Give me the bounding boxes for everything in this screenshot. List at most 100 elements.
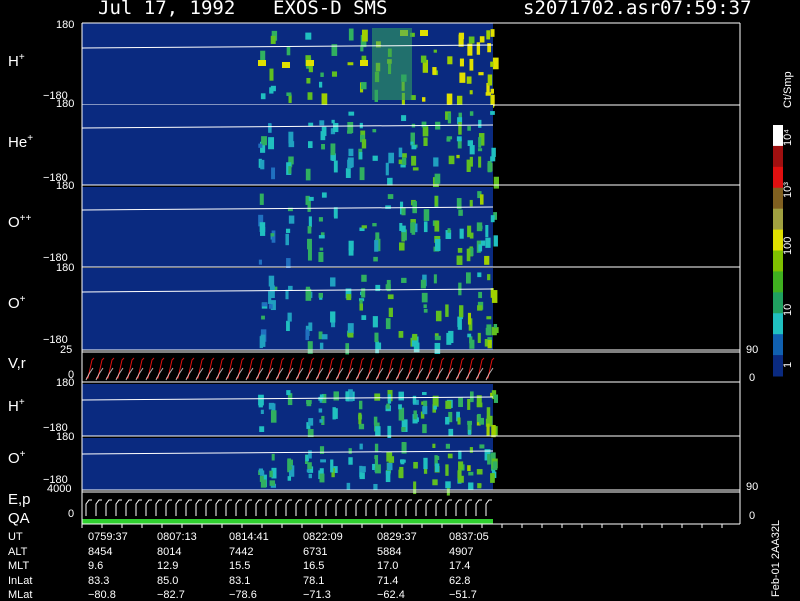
panel-opp-cell	[307, 200, 311, 212]
panel-o1-cell	[321, 334, 328, 340]
panel-o2-cell	[479, 444, 485, 449]
ep-step	[175, 499, 182, 516]
ep-step	[465, 499, 472, 516]
panel-o2-cell	[308, 450, 312, 459]
panel-he-cell	[319, 120, 325, 126]
ep-step	[245, 499, 252, 516]
panel-o1-cell	[434, 335, 441, 341]
ep-step	[435, 499, 442, 516]
ephemeris-cell: −62.4	[377, 589, 405, 601]
panel-opp-cell	[423, 209, 430, 221]
panel-he-cell	[469, 145, 475, 155]
panel-opp-cell	[434, 195, 438, 206]
panel-h1-cell	[486, 30, 491, 40]
panel-h2-cell	[433, 405, 437, 410]
panel-h1-cell	[306, 77, 311, 84]
panel-he-cell	[347, 157, 354, 168]
panel-h2-cell	[467, 420, 472, 425]
panel-o2-cell	[330, 459, 334, 473]
panel-h2-cell	[491, 424, 496, 438]
ep-step	[335, 499, 342, 516]
panel-o1-cell	[330, 277, 336, 287]
panel-h1-cell	[422, 97, 426, 102]
colorbar-label-10: 10	[782, 303, 794, 316]
panel-o1-cell	[361, 315, 367, 320]
panel-o1-background	[82, 268, 493, 350]
panel-opp-cell	[308, 216, 312, 228]
panel-h1-cell	[490, 29, 495, 37]
rtick-ep-top: 90	[746, 481, 759, 493]
ytick-opp-top: 180	[56, 180, 75, 192]
panel-h2-cell	[268, 402, 275, 410]
panel-opp-cell	[285, 233, 289, 246]
panel-o1-cell	[487, 274, 491, 281]
ephemeris-cell: −80.8	[88, 589, 116, 601]
panel-he-cell	[320, 131, 326, 141]
panel-h1-cell	[320, 72, 324, 77]
ep-step	[405, 499, 412, 516]
panel-opp-cell	[385, 205, 391, 209]
panel-opp-cell	[435, 239, 441, 251]
panel-h1-cell	[286, 92, 292, 96]
ep-step	[385, 499, 392, 516]
panel-he-cell	[268, 123, 272, 133]
panel-o1-cell	[467, 333, 472, 338]
panel-o1-cell	[375, 342, 382, 350]
panel-he-cell	[478, 119, 482, 128]
ephemeris-cell: 16.5	[303, 560, 325, 572]
panel-opp-cell	[285, 228, 291, 233]
panel-h1-cell	[420, 55, 427, 63]
panel-opp-cell	[476, 222, 483, 232]
panel-o1-cell	[345, 343, 350, 355]
panel-h1-cell	[490, 61, 494, 67]
panel-he-cell	[490, 111, 495, 115]
colorbar-segment	[773, 271, 783, 293]
panel-o2-cell	[361, 466, 366, 473]
panel-o1-cell	[398, 331, 404, 338]
panel-o1-cell	[387, 294, 394, 300]
panel-he-cell	[456, 154, 460, 159]
ephemeris-cell: 0829:37	[377, 531, 417, 543]
panel-h1-hotspot	[282, 62, 290, 68]
panel-opp-cell	[399, 242, 405, 251]
ephemeris-cell: 71.4	[377, 574, 399, 587]
ep-step	[325, 499, 332, 516]
panel-h1-cell	[286, 46, 291, 56]
panel-o1-cell	[487, 339, 492, 349]
panel-h1-cell	[459, 58, 464, 67]
panel-o2-cell	[445, 481, 451, 489]
panel-h2-cell	[401, 427, 406, 432]
panel-he-cell	[491, 147, 496, 157]
panel-h1-cell	[466, 76, 472, 84]
panel-he-cell	[466, 159, 471, 172]
panel-h1-cell	[347, 62, 354, 66]
panel-h2-cell	[286, 390, 291, 396]
panel-o1-cell	[388, 307, 393, 318]
panel-o1-cell	[433, 274, 437, 284]
panel-o2-cell	[306, 469, 311, 473]
panel-h2-cell	[479, 417, 485, 425]
panel-h2-cell	[445, 416, 450, 425]
ephemeris-cell: −78.6	[229, 589, 257, 601]
ep-step	[415, 499, 422, 516]
panel-he-cell	[401, 115, 407, 122]
panel-h2-cell	[260, 409, 264, 415]
colorbar-unit: Ct/Smp	[782, 71, 794, 108]
panel-h1-cell	[270, 35, 276, 44]
panel-h1-cell	[487, 74, 493, 86]
panel-label-h-plus: H+	[8, 52, 25, 70]
panel-h2-cell	[398, 391, 404, 401]
ephemeris-row-label: InLat	[8, 574, 33, 587]
ytick-ep-top: 4000	[47, 483, 72, 495]
panel-o1-cell	[466, 272, 471, 284]
ep-step	[315, 499, 322, 516]
panel-o2-cell	[374, 443, 379, 453]
panel-o1-cell	[260, 334, 266, 347]
panel-h1-cell	[260, 50, 266, 62]
panel-o1-cell	[421, 292, 428, 303]
panel-he-cell	[321, 143, 325, 150]
panel-o2-cell	[387, 462, 393, 471]
panel-h1-cell	[490, 88, 494, 94]
panel-h2-cell	[486, 423, 490, 436]
panel-he-cell	[333, 122, 339, 133]
